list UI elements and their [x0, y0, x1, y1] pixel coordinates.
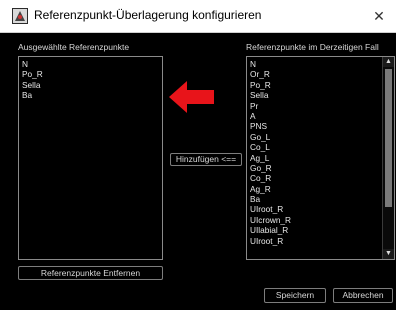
scrollbar[interactable]: ▲ ▼ [382, 57, 394, 259]
list-item[interactable]: UIroot_R [247, 236, 394, 246]
title-bar: Referenzpunkt-Überlagerung konfigurieren… [0, 0, 396, 33]
list-item[interactable]: N [247, 59, 394, 69]
list-item[interactable]: Go_L [247, 132, 394, 142]
list-item[interactable]: Ba [19, 90, 162, 100]
available-points-label: Referenzpunkte im Derzeitigen Fall [246, 42, 379, 52]
remove-points-button[interactable]: Referenzpunkte Entfernen [18, 266, 163, 280]
list-item[interactable]: Or_R [247, 69, 394, 79]
list-item[interactable]: Ba [247, 194, 394, 204]
list-item[interactable]: UIcrown_R [247, 215, 394, 225]
available-points-list[interactable]: N Or_R Po_R Sella Pr A PNS Go_L Co_L Ag_L Go_R Co_R… [246, 56, 395, 260]
selected-points-list[interactable]: N Po_R Sella Ba [18, 56, 163, 260]
list-item[interactable]: Pr [247, 101, 394, 111]
list-item[interactable]: Co_L [247, 142, 394, 152]
list-item[interactable]: Ag_R [247, 184, 394, 194]
list-item[interactable]: A [247, 111, 394, 121]
list-item[interactable]: UIroot_R [247, 204, 394, 214]
close-icon[interactable]: ✕ [368, 5, 390, 27]
scroll-thumb[interactable] [385, 69, 392, 207]
app-logo-icon [12, 8, 28, 24]
add-button[interactable]: Hinzufügen <== [170, 153, 242, 166]
save-button[interactable]: Speichern [264, 288, 326, 303]
list-item[interactable]: Go_R [247, 163, 394, 173]
list-item[interactable]: Sella [247, 90, 394, 100]
list-item[interactable]: N [19, 59, 162, 69]
list-item[interactable]: PNS [247, 121, 394, 131]
red-left-arrow-icon [169, 81, 214, 113]
window-title: Referenzpunkt-Überlagerung konfigurieren [34, 8, 262, 22]
dialog-body: Ausgewählte Referenzpunkte Referenzpunkt… [0, 33, 396, 310]
list-item[interactable]: Co_R [247, 173, 394, 183]
selected-points-label: Ausgewählte Referenzpunkte [18, 42, 130, 52]
list-item[interactable]: Po_R [19, 69, 162, 79]
scroll-up-icon[interactable]: ▲ [383, 57, 394, 67]
cancel-button[interactable]: Abbrechen [333, 288, 393, 303]
scroll-down-icon[interactable]: ▼ [383, 249, 394, 259]
list-item[interactable]: Po_R [247, 80, 394, 90]
list-item[interactable]: Ag_L [247, 153, 394, 163]
list-item[interactable]: UIlabial_R [247, 225, 394, 235]
list-item[interactable]: Sella [19, 80, 162, 90]
